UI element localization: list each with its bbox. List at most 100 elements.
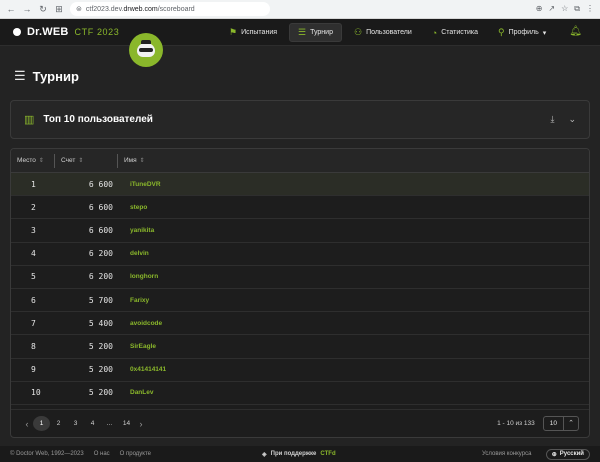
rank-cell: 2 xyxy=(31,202,36,212)
nav-label: Статистика xyxy=(441,29,478,36)
forward-icon[interactable]: → xyxy=(22,4,32,14)
share-icon[interactable]: ↗ xyxy=(548,4,555,14)
page-button[interactable]: 2 xyxy=(50,416,67,431)
score-cell: 5 200 xyxy=(88,365,113,375)
chevron-right-icon[interactable]: › xyxy=(135,419,147,429)
pagination-info: 1 - 10 из 133 xyxy=(497,420,535,427)
table-row: 1 6 600 iTuneDVR xyxy=(11,173,589,197)
chevron-up-icon: ⌃ xyxy=(563,417,578,430)
sort-icon: ⇕ xyxy=(38,158,44,164)
nav-item-profile[interactable]: ⚲ Профиль ▾ xyxy=(490,23,554,42)
column-header-score[interactable]: Счет ⇕ xyxy=(54,153,117,168)
user-link[interactable]: iTuneDVR xyxy=(117,181,589,188)
rank-cell: 5 xyxy=(31,272,36,282)
scoreboard-table: Место ⇕ Счет ⇕ Имя ⇕ 1 6 600 iTuneDVR 2 … xyxy=(10,148,590,438)
table-row: 10 5 200 DanLev xyxy=(11,382,589,405)
score-cell: 5 700 xyxy=(88,295,113,305)
support-link[interactable]: ◈ При поддержке CTFd xyxy=(262,451,336,458)
apps-icon[interactable]: ⊞ xyxy=(54,4,64,15)
star-icon[interactable]: ☆ xyxy=(561,4,568,14)
table-row: 2 6 600 stepo xyxy=(11,196,589,220)
main-nav: ⚑ Испытания ☰ Турнир ⚇ Пользователи ◔ Ст… xyxy=(221,19,554,46)
nav-item-users[interactable]: ⚇ Пользователи xyxy=(346,23,420,42)
bar-chart-icon: ▥ xyxy=(24,114,35,126)
top-users-title: Топ 10 пользователей xyxy=(43,114,153,125)
user-link[interactable]: SirEagle xyxy=(117,343,589,350)
extensions-icon[interactable]: ⧉ xyxy=(574,4,580,14)
support-prefix: При поддержке xyxy=(270,451,317,457)
rank-cell: 6 xyxy=(31,295,36,305)
rank-cell: 7 xyxy=(31,318,36,328)
list-icon: ☰ xyxy=(298,27,307,37)
back-icon[interactable]: ← xyxy=(6,4,16,14)
table-row: 5 6 200 longhorn xyxy=(11,266,589,289)
score-cell: 5 400 xyxy=(88,318,113,328)
user-link[interactable]: DanLev xyxy=(117,389,589,396)
page-button[interactable]: 1 xyxy=(33,416,50,431)
score-cell: 6 200 xyxy=(88,272,113,282)
bell-icon[interactable]: 🔔︎ xyxy=(569,26,582,37)
page-title: ☰ Турнир xyxy=(14,68,79,84)
zoom-icon[interactable]: ⊕ xyxy=(536,4,543,14)
about-product-link[interactable]: О продукте xyxy=(120,451,151,457)
nav-item-challenges[interactable]: ⚑ Испытания xyxy=(221,23,285,42)
user-link[interactable]: stepo xyxy=(117,204,589,211)
table-row: 6 5 700 Farixy xyxy=(11,289,589,313)
url-prefix: ctf2023.dev. xyxy=(85,5,124,13)
flag-icon: ⚑ xyxy=(229,27,238,37)
mascot-icon xyxy=(129,33,163,67)
reload-icon[interactable]: ↻ xyxy=(38,4,48,15)
column-header-rank[interactable]: Место ⇕ xyxy=(11,154,54,168)
table-header: Место ⇕ Счет ⇕ Имя ⇕ xyxy=(11,149,589,173)
score-cell: 6 600 xyxy=(88,179,113,189)
rank-cell: 10 xyxy=(31,388,41,398)
support-brand: CTFd xyxy=(320,451,336,457)
score-cell: 6 600 xyxy=(88,225,113,235)
nav-label: Профиль xyxy=(508,29,539,36)
user-link[interactable]: longhorn xyxy=(117,273,589,280)
column-header-name[interactable]: Имя ⇕ xyxy=(117,153,589,168)
page-button[interactable]: 4 xyxy=(84,416,101,431)
menu-icon[interactable]: ⋮ xyxy=(586,4,594,14)
copyright: © Doctor Web, 1992—2023 xyxy=(10,451,84,457)
table-row: 8 5 200 SirEagle xyxy=(11,335,589,359)
rank-cell: 3 xyxy=(31,225,36,235)
about-link[interactable]: О нас xyxy=(94,451,110,457)
user-link[interactable]: 0x41414141 xyxy=(117,366,589,373)
page-title-text: Турнир xyxy=(32,68,79,84)
rank-cell: 4 xyxy=(31,249,36,259)
pagination: ‹ 1 2 3 4 ... 14 › 1 - 10 из 133 10 ⌃ xyxy=(11,409,589,437)
user-link[interactable]: Farixy xyxy=(117,297,589,304)
brand-name: Dr.WEB xyxy=(27,26,69,38)
footer: © Doctor Web, 1992—2023 О нас О продукте… xyxy=(0,446,600,462)
brand-logo[interactable]: Dr.WEB CTF 2023 xyxy=(10,26,119,38)
user-link[interactable]: avoidcode xyxy=(117,320,589,327)
page-button[interactable]: 14 xyxy=(118,416,135,431)
nav-item-statistics[interactable]: ◔ Статистика xyxy=(424,23,486,42)
rules-link[interactable]: Условия конкурса xyxy=(482,451,531,457)
table-row: 7 5 400 avoidcode xyxy=(11,312,589,336)
score-cell: 5 200 xyxy=(88,388,113,398)
top-users-card[interactable]: ▥ Топ 10 пользователей ⤓ ⌄ xyxy=(10,100,590,139)
table-row: 9 5 200 0x41414141 xyxy=(11,359,589,382)
site-info-icon[interactable]: ⊜ xyxy=(76,5,82,13)
user-link[interactable]: yanikita xyxy=(117,227,589,234)
nav-item-scoreboard[interactable]: ☰ Турнир xyxy=(289,23,342,42)
rank-cell: 1 xyxy=(31,179,36,189)
score-cell: 5 200 xyxy=(88,341,113,351)
user-link[interactable]: delvin xyxy=(117,250,589,257)
url-domain: drweb.com xyxy=(123,5,158,13)
page-button[interactable]: 3 xyxy=(67,416,84,431)
nav-label: Турнир xyxy=(310,29,333,36)
address-bar[interactable]: ⊜ ctf2023.dev.drweb.com/scoreboard xyxy=(70,2,270,16)
column-header-label: Имя xyxy=(124,157,137,164)
chevron-down-icon[interactable]: ⌄ xyxy=(568,114,576,125)
nav-label: Пользователи xyxy=(366,29,412,36)
download-icon[interactable]: ⤓ xyxy=(550,114,554,125)
language-select[interactable]: ⊕ Русский xyxy=(545,448,590,460)
per-page-select[interactable]: 10 ⌃ xyxy=(542,416,579,431)
column-header-label: Место xyxy=(17,157,36,164)
chevron-left-icon[interactable]: ‹ xyxy=(21,419,33,429)
per-page-value: 10 xyxy=(549,420,557,427)
sort-icon: ⇕ xyxy=(78,158,84,164)
